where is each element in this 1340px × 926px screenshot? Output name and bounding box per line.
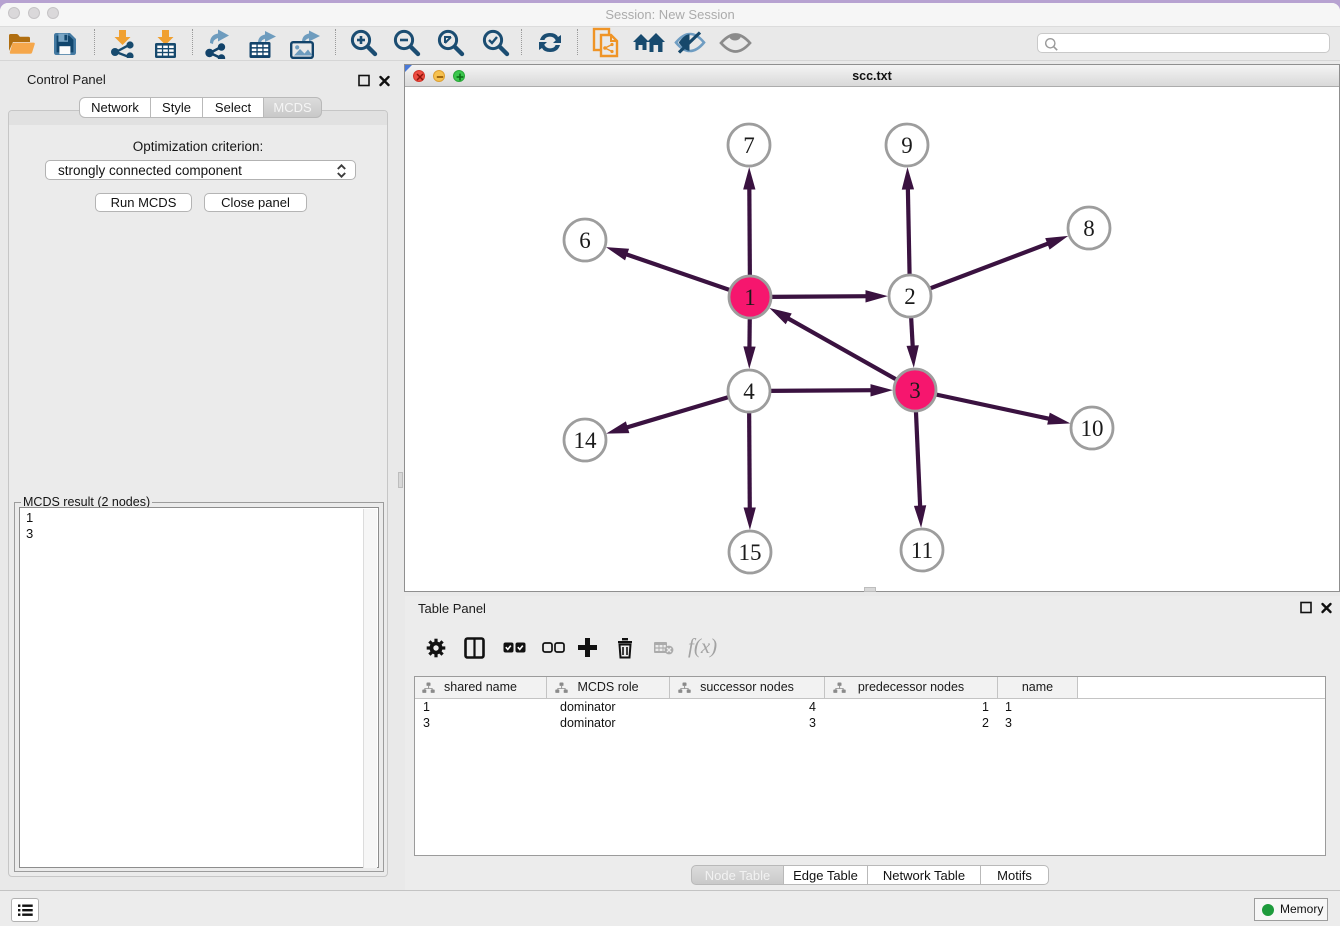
svg-text:3: 3 — [909, 378, 921, 403]
svg-text:9: 9 — [901, 133, 913, 158]
svg-text:15: 15 — [739, 540, 762, 565]
svg-text:6: 6 — [579, 228, 591, 253]
svg-text:14: 14 — [574, 428, 598, 453]
svg-text:4: 4 — [743, 379, 755, 404]
svg-text:1: 1 — [744, 285, 756, 310]
svg-text:11: 11 — [911, 538, 933, 563]
svg-text:2: 2 — [904, 284, 916, 309]
svg-text:10: 10 — [1081, 416, 1104, 441]
svg-text:8: 8 — [1083, 216, 1095, 241]
svg-text:7: 7 — [743, 133, 755, 158]
